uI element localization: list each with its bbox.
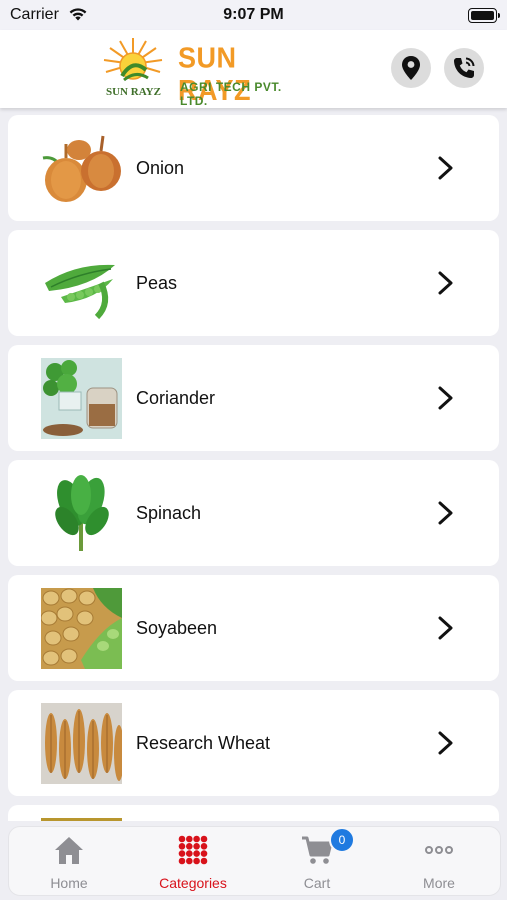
category-item-peas[interactable]: Peas — [8, 230, 499, 336]
tab-bar: Home Categories 0 Cart More — [8, 826, 501, 896]
chevron-right-icon — [438, 616, 453, 640]
chevron-right-icon — [438, 271, 453, 295]
grid-dots-icon — [178, 835, 208, 865]
category-label: Coriander — [136, 388, 216, 408]
wheat-image — [41, 703, 122, 784]
category-item-soyabeen[interactable]: Soyabeen — [8, 575, 499, 681]
logo-subtitle: AGRI TECH PVT. LTD. — [180, 80, 282, 108]
home-icon — [55, 837, 83, 864]
category-item-partial[interactable] — [8, 805, 499, 821]
chevron-right-icon — [438, 501, 453, 525]
soyabeen-image — [41, 588, 122, 669]
logo-small-text: SUN RAYZ — [106, 86, 161, 98]
partial-category-image — [41, 818, 122, 821]
onion-image — [41, 128, 122, 209]
clock: 9:07 PM — [223, 6, 284, 23]
app-header: SUN RAYZ SUN RAYZ AGRI TECH PVT. LTD. — [0, 30, 507, 108]
category-item-research-wheat[interactable]: Research Wheat — [8, 690, 499, 796]
category-label: Onion — [136, 158, 185, 178]
category-label: Peas — [136, 273, 178, 293]
phone-call-icon — [454, 57, 475, 78]
coriander-image — [41, 358, 122, 439]
chevron-right-icon — [438, 386, 453, 410]
category-label: Spinach — [136, 503, 202, 523]
location-button[interactable] — [391, 48, 431, 88]
tab-cart[interactable]: 0 Cart — [257, 827, 377, 895]
category-label: Research Wheat — [136, 733, 271, 753]
status-bar: Carrier 9:07 PM — [0, 0, 507, 30]
chevron-right-icon — [438, 731, 453, 755]
battery-icon — [468, 8, 500, 23]
tab-label: More — [423, 875, 455, 891]
spinach-image — [41, 473, 122, 554]
sun-logo-icon — [103, 38, 163, 82]
cart-badge: 0 — [329, 827, 355, 853]
category-item-spinach[interactable]: Spinach — [8, 460, 499, 566]
call-button[interactable] — [444, 48, 484, 88]
category-item-coriander[interactable]: Coriander — [8, 345, 499, 451]
tab-categories[interactable]: Categories — [133, 827, 253, 895]
tab-label: Home — [50, 875, 88, 891]
category-label: Soyabeen — [136, 618, 218, 638]
more-dots-icon — [425, 846, 453, 854]
category-list: Onion Peas Coriander Spinach Soyabeen Re… — [0, 108, 507, 821]
peas-image — [41, 243, 122, 324]
tab-more[interactable]: More — [379, 827, 499, 895]
tab-home[interactable]: Home — [9, 827, 129, 895]
brand-logo: SUN RAYZ SUN RAYZ AGRI TECH PVT. LTD. — [100, 36, 310, 108]
category-item-onion[interactable]: Onion — [8, 115, 499, 221]
chevron-right-icon — [438, 156, 453, 180]
tab-label: Cart — [303, 875, 331, 891]
tab-label: Categories — [159, 875, 227, 891]
location-pin-icon — [402, 56, 420, 80]
